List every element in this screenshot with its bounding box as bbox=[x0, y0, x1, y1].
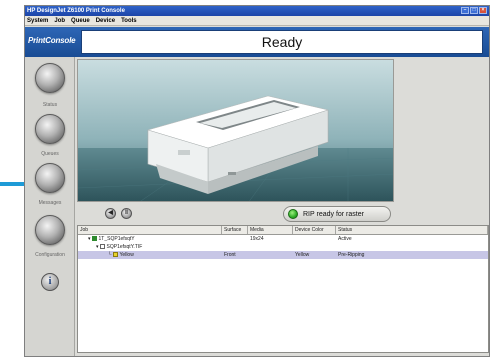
job-name: SQP1efsqtY.TIF bbox=[106, 244, 143, 250]
file-icon bbox=[99, 244, 105, 250]
job-table: Job Surface Media Device Color Status ▾ 1… bbox=[77, 225, 489, 353]
status-cell: Active bbox=[338, 236, 352, 242]
media-cell bbox=[248, 251, 293, 259]
device-color-cell: Yellow bbox=[295, 252, 310, 258]
column-surface[interactable]: Surface bbox=[222, 226, 248, 234]
menu-tools[interactable]: Tools bbox=[121, 16, 137, 25]
collapse-icon[interactable]: ▾ bbox=[80, 244, 99, 250]
job-name: Yellow bbox=[119, 252, 134, 258]
job-name: 1T_SQP1efsqtY bbox=[98, 236, 135, 242]
status-cell: Pre-Ripping bbox=[338, 252, 365, 258]
table-row[interactable]: └ Yellow Front Yellow Pre-Ripping bbox=[78, 251, 488, 259]
rip-status-indicator: RIP ready for raster bbox=[283, 206, 391, 222]
printconsole-logo: PrintConsole bbox=[28, 36, 76, 45]
tree-branch-icon: └ bbox=[108, 252, 112, 258]
minimize-icon[interactable]: – bbox=[461, 7, 469, 14]
printer-image bbox=[77, 59, 394, 202]
status-label: Status bbox=[42, 102, 58, 108]
column-media[interactable]: Media bbox=[248, 226, 293, 234]
configuration-button[interactable] bbox=[35, 215, 65, 245]
status-display: Ready bbox=[81, 30, 483, 54]
rip-status-text: RIP ready for raster bbox=[303, 210, 364, 218]
menu-system[interactable]: System bbox=[27, 16, 48, 25]
table-row[interactable]: ▾ 1T_SQP1efsqtY 19x24 Active bbox=[78, 235, 488, 243]
prev-icon[interactable]: ◀ bbox=[105, 208, 116, 219]
main-panel: ◀ ǁ RIP ready for raster Job Surface Med… bbox=[77, 57, 489, 356]
job-cell: ▾ 1T_SQP1efsqtY bbox=[78, 235, 222, 243]
menu-device[interactable]: Device bbox=[96, 16, 115, 25]
table-header: Job Surface Media Device Color Status bbox=[78, 226, 488, 235]
info-icon[interactable]: i bbox=[41, 273, 59, 291]
window-controls: – □ × bbox=[461, 7, 487, 14]
job-cell: ▾ SQP1efsqtY.TIF bbox=[78, 243, 222, 251]
configuration-label: Configuration bbox=[35, 252, 65, 258]
menu-bar: System Job Queue Device Tools bbox=[25, 16, 489, 26]
collapse-icon[interactable]: ▾ bbox=[80, 236, 91, 242]
surface-cell bbox=[222, 243, 248, 251]
header-bar: PrintConsole Ready bbox=[25, 27, 489, 57]
menu-queue[interactable]: Queue bbox=[71, 16, 90, 25]
title-bar: HP DesignJet Z6100 Print Console – □ × bbox=[25, 6, 489, 16]
pause-icon[interactable]: ǁ bbox=[121, 208, 132, 219]
device-color-cell bbox=[293, 243, 336, 251]
surface-cell: Front bbox=[224, 252, 236, 258]
queues-button[interactable] bbox=[35, 114, 65, 144]
rip-status-led-icon bbox=[288, 209, 298, 219]
maximize-icon[interactable]: □ bbox=[470, 7, 478, 14]
job-cell: └ Yellow bbox=[78, 251, 222, 259]
job-group-icon bbox=[91, 236, 97, 242]
menu-job[interactable]: Job bbox=[54, 16, 65, 25]
console-toolbar: ◀ ǁ RIP ready for raster bbox=[77, 203, 489, 225]
window-title: HP DesignJet Z6100 Print Console bbox=[27, 8, 125, 14]
status-button[interactable] bbox=[35, 63, 65, 93]
print-console-window: HP DesignJet Z6100 Print Console – □ × S… bbox=[24, 5, 490, 357]
messages-label: Messages bbox=[38, 200, 62, 206]
messages-button[interactable] bbox=[35, 163, 65, 193]
yellow-separation-icon bbox=[112, 252, 118, 258]
device-color-cell bbox=[293, 235, 336, 243]
media-cell bbox=[248, 243, 293, 251]
close-icon[interactable]: × bbox=[479, 7, 487, 14]
queues-label: Queues bbox=[41, 151, 59, 157]
status-cell bbox=[336, 243, 488, 251]
column-device-color[interactable]: Device Color bbox=[293, 226, 336, 234]
column-status[interactable]: Status bbox=[336, 226, 488, 234]
media-cell: 19x24 bbox=[250, 236, 264, 242]
table-row[interactable]: ▾ SQP1efsqtY.TIF bbox=[78, 243, 488, 251]
column-job[interactable]: Job bbox=[78, 226, 222, 234]
printer-illustration bbox=[78, 60, 393, 201]
sidebar: Status Queues Messages Configuration i bbox=[25, 57, 75, 356]
surface-cell bbox=[222, 235, 248, 243]
